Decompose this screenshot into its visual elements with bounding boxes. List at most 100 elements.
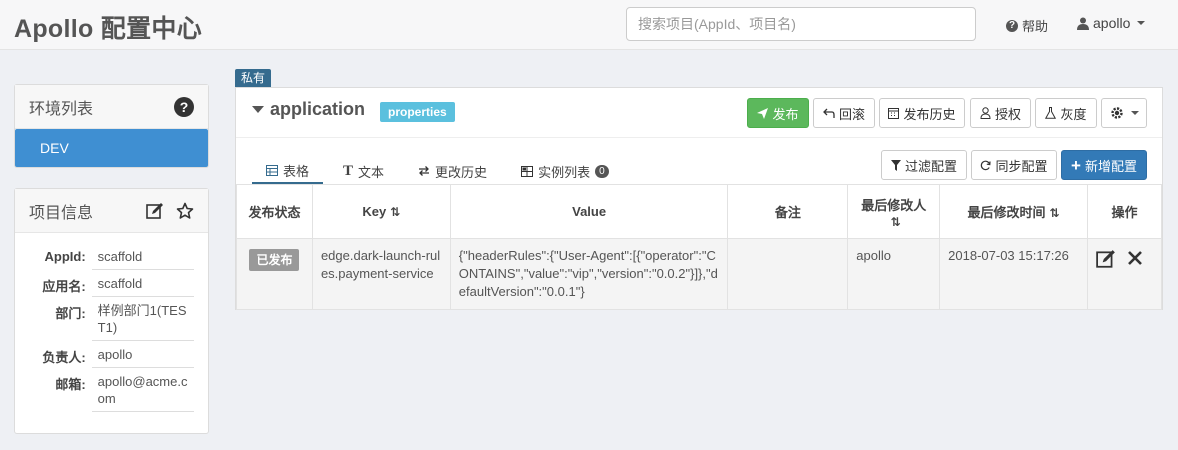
caret-down-icon bbox=[1130, 111, 1139, 115]
info-row-appid: AppId: scaffold bbox=[29, 243, 194, 270]
caret-down-icon bbox=[1137, 21, 1146, 25]
gray-release-label: 灰度 bbox=[1060, 106, 1087, 122]
key-cell: edge.dark-launch-rules.payment-service bbox=[311, 238, 451, 310]
ops-cell bbox=[1086, 238, 1163, 310]
info-value: apollo@acme.com bbox=[91, 368, 194, 412]
env-list-title: 环境列表 bbox=[29, 100, 94, 118]
env-list-header: 环境列表 ? bbox=[15, 85, 208, 129]
sort-icon: ⇅ bbox=[390, 205, 401, 219]
col-modifier[interactable]: 最后修改人 ⇅ bbox=[847, 184, 941, 239]
table-header-row: 发布状态 Key ⇅ Value 备注 最后修改人 ⇅ 最后修改时间 ⇅ 操作 bbox=[236, 184, 1163, 239]
tab-change-history[interactable]: 更改历史 bbox=[404, 158, 501, 184]
publish-history-button[interactable]: 发布历史 bbox=[879, 98, 965, 128]
project-info-header: 项目信息 bbox=[15, 189, 208, 233]
env-item-dev[interactable]: DEV bbox=[15, 129, 208, 167]
publish-label: 发布 bbox=[772, 106, 799, 122]
tab-text-label: 文本 bbox=[358, 164, 385, 180]
value-cell: {"headerRules":{"User-Agent":[{"operator… bbox=[449, 238, 729, 310]
col-key[interactable]: Key ⇅ bbox=[311, 184, 451, 239]
info-label: 负责人: bbox=[42, 350, 86, 365]
edit-icon[interactable] bbox=[146, 202, 164, 220]
calendar-icon bbox=[888, 108, 900, 119]
info-value: scaffold bbox=[91, 270, 194, 297]
info-label: AppId: bbox=[44, 249, 86, 264]
namespace-header: application properties 发布 回滚 发布历史 授权 灰度 bbox=[236, 88, 1162, 138]
user-name: apollo bbox=[1093, 15, 1131, 31]
format-badge: properties bbox=[380, 102, 455, 122]
info-row-app-name: 应用名: scaffold bbox=[29, 270, 194, 297]
help-label: 帮助 bbox=[1022, 19, 1049, 34]
question-circle-icon[interactable]: ? bbox=[174, 96, 194, 117]
caret-down-icon bbox=[252, 106, 264, 113]
instances-icon bbox=[521, 165, 534, 177]
sync-config-label: 同步配置 bbox=[995, 158, 1048, 174]
info-label: 邮箱: bbox=[55, 377, 86, 392]
info-value: 样例部门1(TEST1) bbox=[91, 297, 194, 341]
tab-instances[interactable]: 实例列表 0 bbox=[507, 158, 623, 184]
rollback-button[interactable]: 回滚 bbox=[813, 98, 875, 128]
col-ops: 操作 bbox=[1086, 184, 1163, 239]
filter-icon bbox=[890, 159, 901, 171]
info-value: scaffold bbox=[91, 243, 194, 270]
instance-count-badge: 0 bbox=[595, 164, 609, 178]
publish-history-label: 发布历史 bbox=[903, 106, 956, 122]
table-icon bbox=[266, 164, 278, 176]
help-link[interactable]: ? 帮助 bbox=[1006, 16, 1048, 35]
col-modifier-label: 最后修改人 bbox=[861, 197, 927, 213]
tab-instances-label: 实例列表 bbox=[538, 164, 591, 180]
authorize-button[interactable]: 授权 bbox=[970, 98, 1031, 128]
info-row-email: 邮箱: apollo@acme.com bbox=[29, 368, 194, 412]
namespace-title[interactable]: application bbox=[252, 99, 365, 120]
tab-table-label: 表格 bbox=[283, 163, 310, 179]
edit-icon[interactable] bbox=[1096, 249, 1116, 269]
filter-config-button[interactable]: 过滤配置 bbox=[881, 150, 967, 180]
sort-icon: ⇅ bbox=[1049, 206, 1060, 220]
gray-release-button[interactable]: 灰度 bbox=[1035, 98, 1097, 128]
authorize-label: 授权 bbox=[994, 106, 1021, 122]
col-modified-time-label: 最后修改时间 bbox=[967, 205, 1046, 220]
sort-icon: ⇅ bbox=[890, 214, 901, 229]
tab-text[interactable]: T 文本 bbox=[329, 158, 398, 184]
project-info-title: 项目信息 bbox=[29, 204, 94, 222]
gear-icon bbox=[1110, 107, 1123, 119]
user-menu[interactable]: apollo bbox=[1077, 15, 1146, 31]
rollback-icon bbox=[823, 108, 835, 118]
sync-config-button[interactable]: 同步配置 bbox=[971, 150, 1057, 180]
top-navbar: Apollo 配置中心 ? 帮助 apollo bbox=[0, 0, 1178, 50]
user-icon bbox=[980, 107, 991, 119]
project-info-rows: AppId: scaffold 应用名: scaffold 部门: 样例部门1(… bbox=[15, 233, 208, 412]
published-badge: 已发布 bbox=[249, 249, 300, 271]
filter-config-label: 过滤配置 bbox=[904, 158, 957, 174]
status-cell: 已发布 bbox=[236, 238, 313, 310]
add-config-button[interactable]: + 新增配置 bbox=[1061, 150, 1147, 180]
col-comment: 备注 bbox=[727, 184, 849, 239]
col-modified-time[interactable]: 最后修改时间 ⇅ bbox=[939, 184, 1088, 239]
env-list-panel: 环境列表 ? DEV bbox=[14, 84, 209, 168]
user-icon bbox=[1077, 17, 1089, 30]
modified-time-cell: 2018-07-03 15:17:26 bbox=[939, 238, 1088, 310]
table-row: 已发布 edge.dark-launch-rules.payment-servi… bbox=[236, 238, 1163, 310]
settings-dropdown-button[interactable] bbox=[1101, 98, 1147, 128]
modifier-cell: apollo bbox=[847, 238, 941, 310]
add-config-label: 新增配置 bbox=[1084, 158, 1137, 174]
col-value: Value bbox=[449, 184, 729, 239]
text-icon: T bbox=[343, 162, 354, 179]
star-icon[interactable] bbox=[176, 202, 194, 220]
send-icon bbox=[757, 107, 769, 119]
namespace-name: application bbox=[270, 99, 366, 119]
col-status: 发布状态 bbox=[236, 184, 313, 239]
comment-cell bbox=[727, 238, 849, 310]
scope-tag: 私有 bbox=[235, 69, 272, 87]
flask-icon bbox=[1045, 107, 1057, 119]
info-label: 部门: bbox=[55, 306, 86, 321]
delete-icon[interactable] bbox=[1126, 249, 1144, 267]
view-tabs: 表格 T 文本 更改历史 实例列表 0 bbox=[252, 158, 629, 184]
app-title[interactable]: Apollo 配置中心 bbox=[14, 9, 202, 45]
search-input[interactable] bbox=[626, 7, 976, 41]
tab-table[interactable]: 表格 bbox=[252, 158, 324, 184]
config-table: 发布状态 Key ⇅ Value 备注 最后修改人 ⇅ 最后修改时间 ⇅ 操作 已发布… bbox=[236, 184, 1163, 310]
question-circle-icon: ? bbox=[1006, 19, 1018, 32]
info-label: 应用名: bbox=[42, 279, 86, 294]
publish-button[interactable]: 发布 bbox=[747, 98, 809, 128]
info-row-department: 部门: 样例部门1(TEST1) bbox=[29, 297, 194, 341]
